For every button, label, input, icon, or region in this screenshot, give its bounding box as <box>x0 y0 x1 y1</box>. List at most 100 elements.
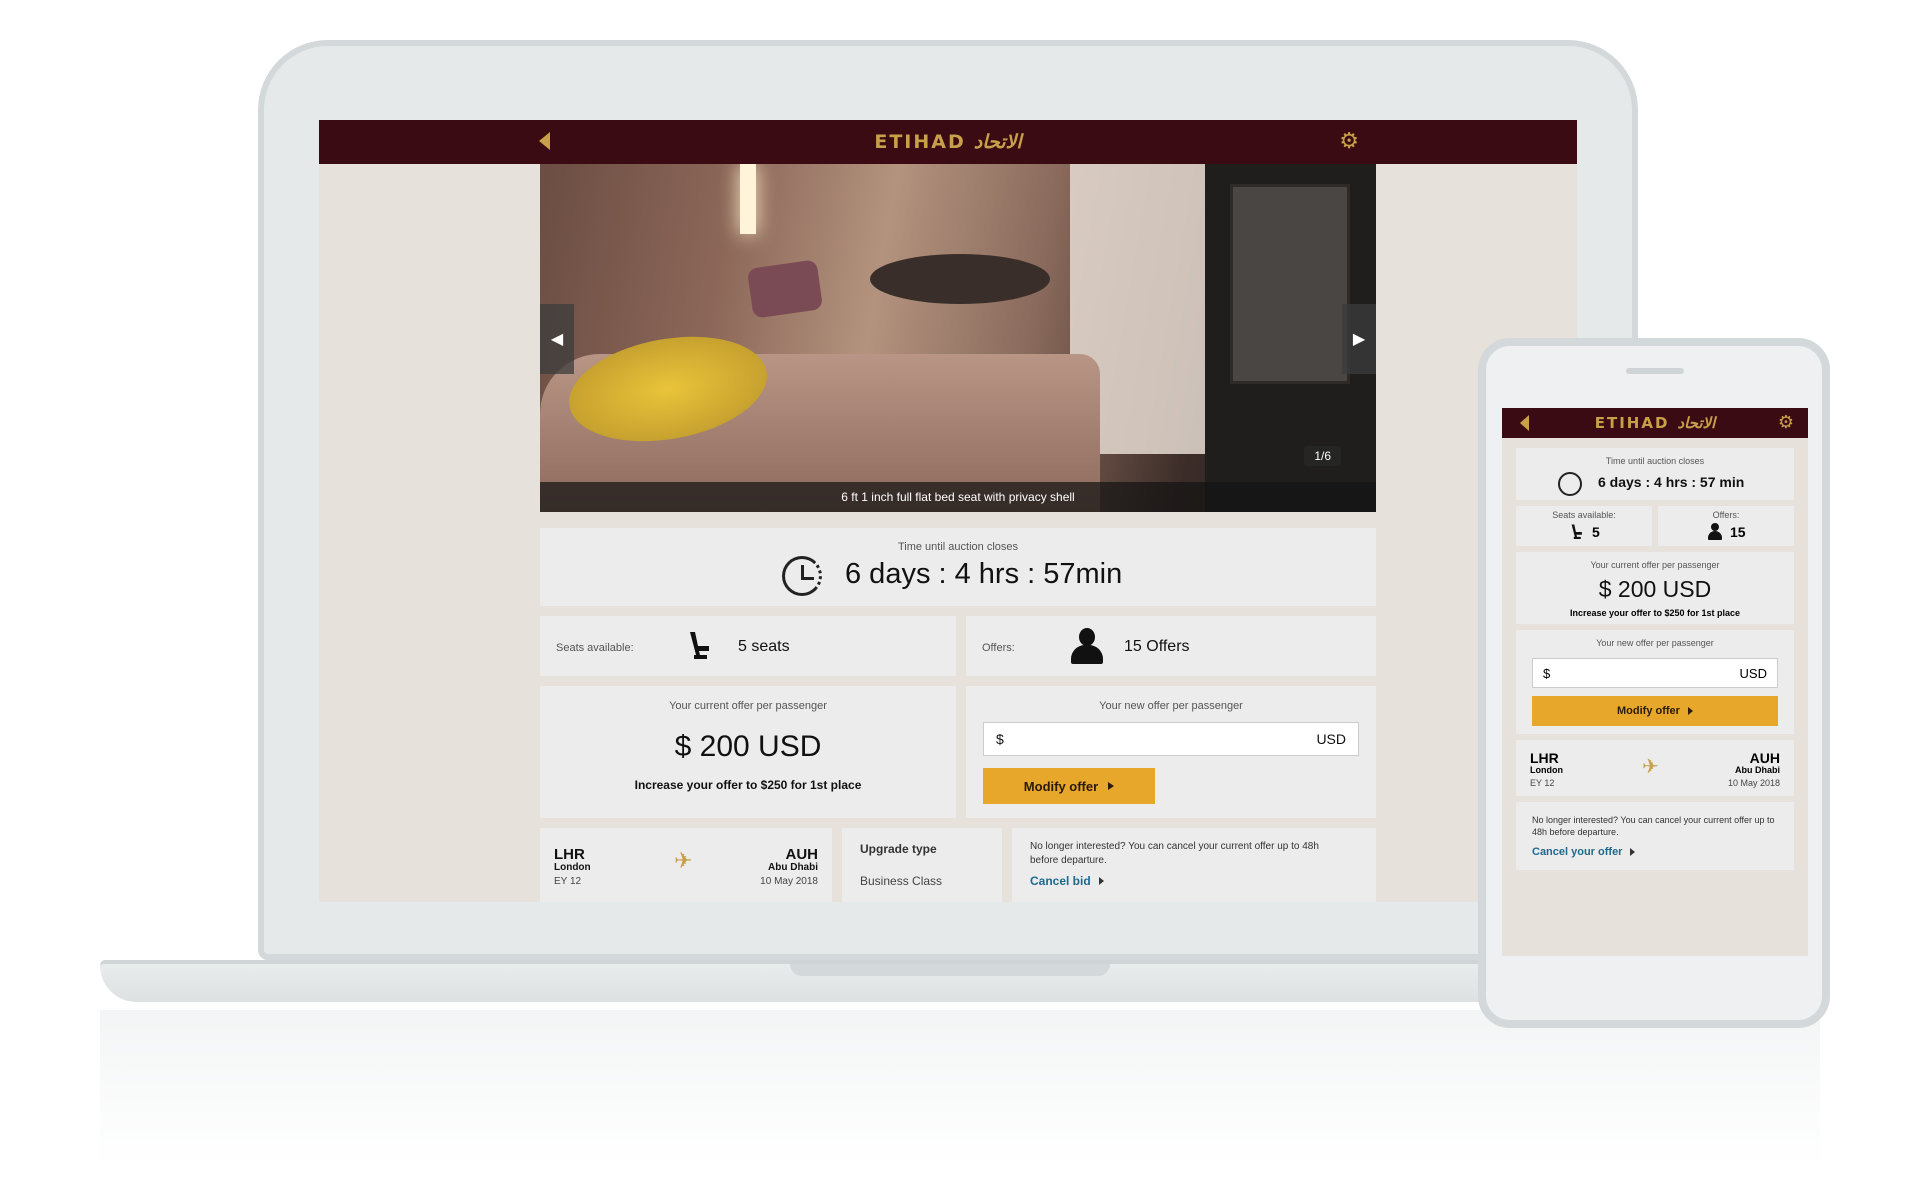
phone-new-offer-card: Your new offer per passenger $ USD Modif… <box>1516 630 1794 734</box>
cancel-offer-label: Cancel your offer <box>1532 846 1623 858</box>
seats-available-label: Seats available: <box>1552 510 1616 520</box>
chevron-right-icon: ▶ <box>1352 331 1366 348</box>
clock-icon <box>782 556 822 596</box>
modify-offer-button[interactable]: Modify offer <box>983 768 1155 804</box>
auction-timer-label: Time until auction closes <box>1605 456 1705 466</box>
main-content: ◀ ▶ 1/6 6 ft 1 inch full flat bed seat w… <box>540 164 1376 902</box>
device-reflection <box>100 1010 1820 1204</box>
gallery-next-button[interactable]: ▶ <box>1342 304 1376 374</box>
cancel-info-text: No longer interested? You can cancel you… <box>1030 841 1319 866</box>
flight-number: EY 12 <box>554 876 582 887</box>
phone-screen: ETIHAD الاتحاد ⚙ Time until auction close… <box>1502 408 1808 956</box>
gear-icon[interactable]: ⚙ <box>1778 413 1794 431</box>
current-offer-amount: $ 200 USD <box>1598 576 1712 602</box>
chevron-right-icon <box>1687 707 1693 715</box>
origin-city: London <box>554 862 591 873</box>
flight-date: 10 May 2018 <box>1727 778 1780 788</box>
phone-flight-card: LHR London EY 12 ✈ AUH Abu Dhabi 10 May … <box>1516 740 1794 796</box>
phone-cancel-card: No longer interested? You can cancel you… <box>1516 802 1794 870</box>
cancel-bid-link[interactable]: Cancel bid <box>1030 874 1104 888</box>
new-offer-input[interactable]: $ USD <box>1532 658 1778 688</box>
offers-label: Offers: <box>1712 510 1740 520</box>
etihad-logo: ETIHAD الاتحاد <box>874 131 1021 153</box>
logo-text-ar: الاتحاد <box>973 131 1022 153</box>
seats-available-card: Seats available: 5 seats <box>540 616 956 676</box>
phone-current-offer-card: Your current offer per passenger $ 200 U… <box>1516 552 1794 624</box>
offers-value: 15 Offers <box>1124 638 1190 655</box>
flight-number: EY 12 <box>1530 778 1555 788</box>
laptop-notch <box>790 964 1110 976</box>
cancel-info-text: No longer interested? You can cancel you… <box>1532 815 1775 837</box>
phone-offers-card: Offers: 15 <box>1658 506 1794 546</box>
modify-offer-label: Modify offer <box>1023 778 1099 794</box>
gallery-photo-tv <box>1230 184 1350 384</box>
current-offer-label: Your current offer per passenger <box>1590 560 1720 570</box>
destination-code: AUH <box>1749 750 1780 766</box>
gallery-photo-cushion <box>746 259 824 319</box>
current-offer-label: Your current offer per passenger <box>669 700 827 712</box>
current-offer-hint: Increase your offer to $250 for 1st plac… <box>634 778 862 792</box>
currency-symbol: $ <box>996 731 1004 747</box>
seat-gallery: ◀ ▶ 1/6 6 ft 1 inch full flat bed seat w… <box>540 164 1376 512</box>
gallery-prev-button[interactable]: ◀ <box>540 304 574 374</box>
auction-timer-card: Time until auction closes 6 days : 4 hrs… <box>540 528 1376 606</box>
new-offer-input[interactable]: $ USD <box>983 722 1359 756</box>
origin-code: LHR <box>1530 750 1559 766</box>
upgrade-type-label: Upgrade type <box>860 842 937 856</box>
plane-icon: ✈ <box>1642 756 1659 778</box>
new-offer-label: Your new offer per passenger <box>1596 638 1714 648</box>
back-icon[interactable] <box>1520 415 1529 431</box>
phone-frame: ETIHAD الاتحاد ⚙ Time until auction close… <box>1478 338 1830 1028</box>
phone-top-bar: ETIHAD الاتحاد ⚙ <box>1502 408 1808 438</box>
destination-code: AUH <box>785 846 819 863</box>
phone-speaker <box>1626 368 1684 374</box>
user-icon <box>1708 523 1722 540</box>
gallery-caption: 6 ft 1 inch full flat bed seat with priv… <box>540 482 1376 512</box>
chevron-right-icon <box>1098 877 1104 885</box>
gallery-photo-table <box>870 254 1050 304</box>
seats-available-value: 5 seats <box>738 638 790 655</box>
origin-city: London <box>1530 765 1563 775</box>
offers-label: Offers: <box>982 642 1015 654</box>
seats-available-value: 5 <box>1592 524 1600 540</box>
top-bar: ETIHAD الاتحاد ⚙ <box>319 120 1577 164</box>
origin-code: LHR <box>554 846 585 863</box>
current-offer-amount: $ 200 USD <box>674 730 822 763</box>
currency-symbol: $ <box>1543 665 1551 681</box>
current-offer-card: Your current offer per passenger $ 200 U… <box>540 686 956 818</box>
seats-available-label: Seats available: <box>556 642 634 654</box>
chevron-left-icon: ◀ <box>550 331 564 348</box>
back-icon[interactable] <box>539 132 550 150</box>
auction-time-remaining: 6 days : 4 hrs : 57min <box>845 558 1123 590</box>
cancel-offer-link[interactable]: Cancel your offer <box>1532 846 1636 858</box>
chevron-right-icon <box>1108 782 1115 790</box>
currency-code: USD <box>1739 665 1767 681</box>
auction-time-remaining: 6 days : 4 hrs : 57 min <box>1598 474 1745 490</box>
modify-offer-label: Modify offer <box>1617 705 1680 717</box>
seat-icon <box>690 632 709 659</box>
plane-icon: ✈ <box>674 848 693 873</box>
gallery-photo-lamp <box>740 164 756 234</box>
new-offer-card: Your new offer per passenger $ USD Modif… <box>966 686 1376 818</box>
currency-code: USD <box>1316 731 1346 747</box>
phone-seats-card: Seats available: 5 <box>1516 506 1652 546</box>
etihad-logo: ETIHAD الاتحاد <box>1595 414 1716 432</box>
chevron-right-icon <box>1630 848 1636 856</box>
seat-icon <box>1571 524 1582 539</box>
logo-text-en: ETIHAD <box>1594 414 1670 432</box>
gear-icon[interactable]: ⚙ <box>1339 130 1359 152</box>
new-offer-label: Your new offer per passenger <box>1099 700 1243 712</box>
destination-city: Abu Dhabi <box>768 862 818 873</box>
offers-card: Offers: 15 Offers <box>966 616 1376 676</box>
phone-auction-timer-card: Time until auction closes 6 days : 4 hrs… <box>1516 448 1794 500</box>
modify-offer-button[interactable]: Modify offer <box>1532 696 1778 726</box>
logo-text-ar: الاتحاد <box>1677 414 1716 432</box>
laptop-screen: ETIHAD الاتحاد ⚙ ◀ ▶ 1/6 6 ft 1 inch full… <box>319 120 1577 902</box>
flight-card: LHR London EY 12 ✈ AUH Abu Dhabi 10 May … <box>540 828 832 902</box>
destination-city: Abu Dhabi <box>1735 765 1780 775</box>
offers-value: 15 <box>1730 524 1746 540</box>
current-offer-hint: Increase your offer to $250 for 1st plac… <box>1569 608 1741 618</box>
upgrade-card: Upgrade type Business Class <box>842 828 1002 902</box>
logo-text-en: ETIHAD <box>874 131 966 153</box>
user-icon <box>1071 628 1103 664</box>
